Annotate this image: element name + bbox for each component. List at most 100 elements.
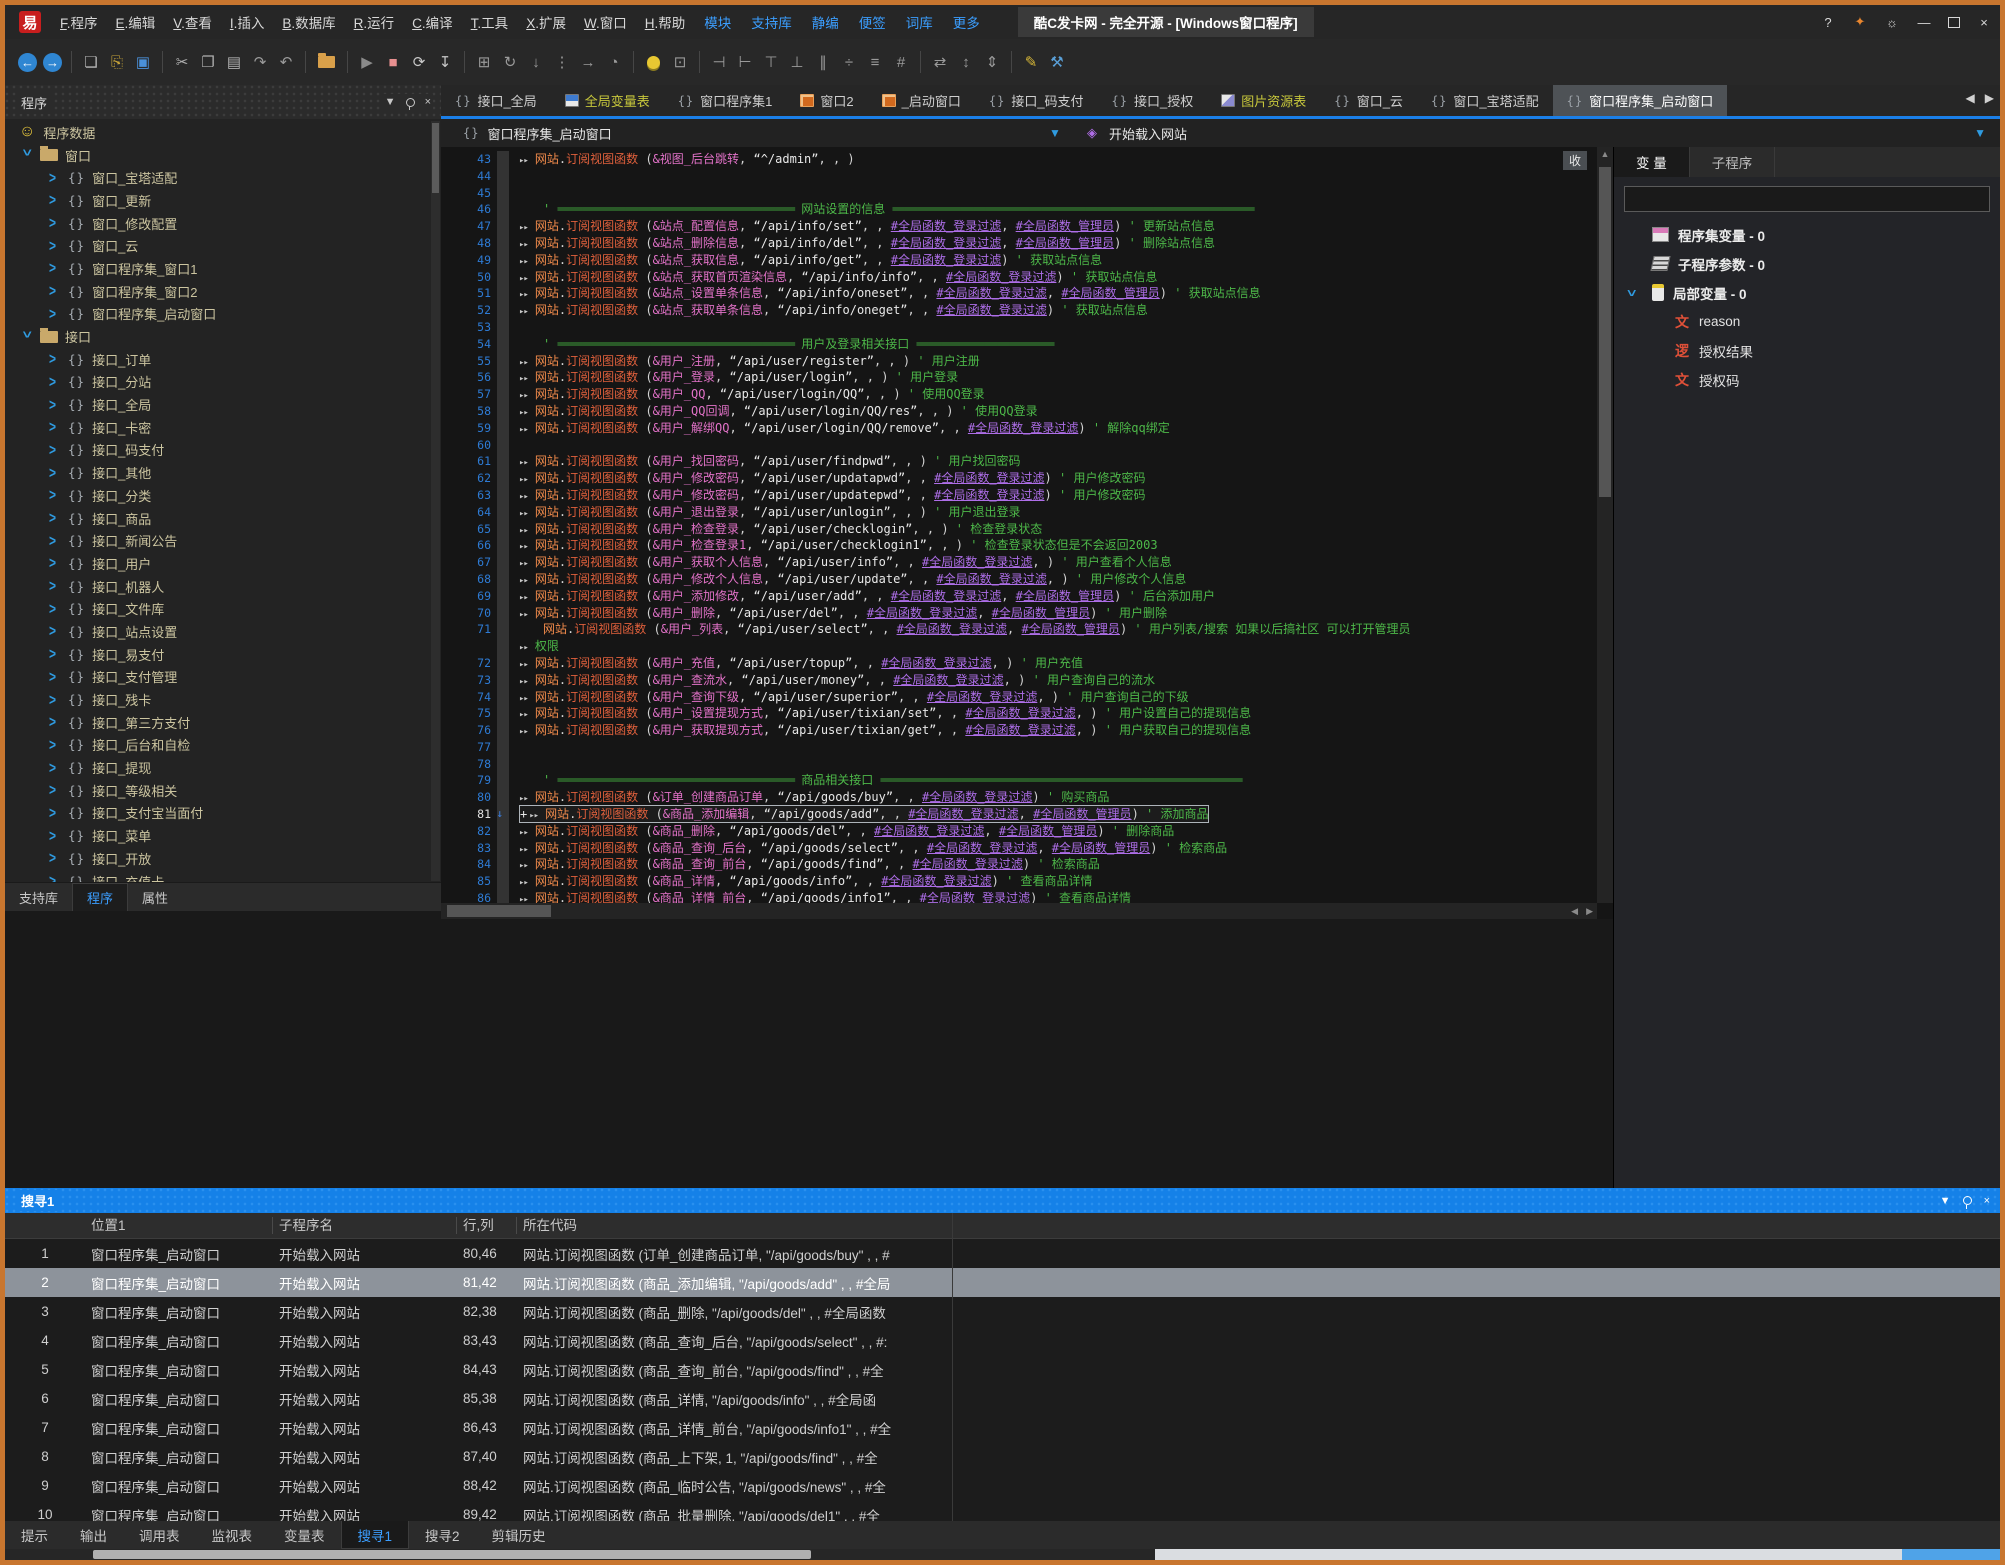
search-pin-icon[interactable] — [1963, 1196, 1972, 1205]
redo-icon[interactable]: ↷ — [247, 53, 273, 71]
tab-scroll-right-icon[interactable]: ▶ — [1985, 91, 1994, 105]
editor-hscrollbar[interactable]: ◀ ▶ — [441, 903, 1597, 919]
code-line-53[interactable]: 53 — [441, 319, 1595, 336]
line-number[interactable]: 56 — [441, 369, 497, 386]
variable-item-2[interactable]: >局部变量 - 0 — [1614, 278, 2000, 307]
align-top-icon[interactable]: ⊤ — [758, 53, 784, 71]
menu-item-4[interactable]: B.数据库 — [282, 12, 335, 32]
chevron-right-icon[interactable]: > — [49, 804, 61, 822]
code-line-64[interactable]: 64▸▸网站.订阅视图函数 (&用户_退出登录, “/api/user/unlo… — [441, 504, 1595, 521]
swap-icon[interactable]: ⇄ — [927, 53, 953, 71]
col-header-1[interactable]: 子程序名 — [273, 1217, 457, 1234]
chevron-right-icon[interactable]: > — [49, 668, 61, 686]
line-number[interactable]: 52 — [441, 302, 497, 319]
fold-margin[interactable] — [497, 504, 509, 521]
doc-tab-5[interactable]: {}接口_码支付 — [975, 85, 1098, 116]
tree-item-26[interactable]: >{}接口_第三方支付 — [5, 711, 429, 734]
fold-margin[interactable] — [497, 285, 509, 302]
code-line-content[interactable]: ▸▸网站.订阅视图函数 (&用户_设置提现方式, “/api/user/tixi… — [519, 705, 1251, 722]
line-number[interactable]: 62 — [441, 470, 497, 487]
line-number[interactable]: 49 — [441, 252, 497, 269]
code-line-78[interactable]: 78 — [441, 756, 1595, 773]
fold-margin[interactable] — [497, 756, 509, 773]
search-row-5[interactable]: 5窗口程序集_启动窗口开始载入网站84,43网站.订阅视图函数 (商品_查询_前… — [5, 1355, 2000, 1384]
code-line-content[interactable]: ' ══════════════════════════════════════… — [519, 772, 1241, 789]
fold-margin[interactable] — [497, 638, 509, 655]
tree-item-33[interactable]: >{}接口_充值卡 — [5, 870, 429, 883]
panel-tab-6[interactable]: 搜寻2 — [409, 1521, 476, 1549]
line-number[interactable]: 73 — [441, 672, 497, 689]
chevron-right-icon[interactable]: > — [49, 758, 61, 776]
code-line-85[interactable]: 85▸▸网站.订阅视图函数 (&商品_详情, “/api/goods/info”… — [441, 873, 1595, 890]
panel-tab-2[interactable]: 调用表 — [123, 1521, 196, 1549]
code-lines[interactable]: 43▸▸网站.订阅视图函数 (&视图_后台跳转, “^/admin”, , )4… — [441, 151, 1595, 903]
bottom-hscroll-thumb[interactable] — [93, 1550, 811, 1559]
code-line-content[interactable]: ▸▸网站.订阅视图函数 (&站点_获取单条信息, “/api/info/oneg… — [519, 302, 1148, 319]
tree-item-30[interactable]: >{}接口_支付宝当面付 — [5, 802, 429, 825]
line-number[interactable]: 66 — [441, 537, 497, 554]
variable-item-5[interactable]: 文授权码 — [1614, 365, 2000, 394]
tree-item-0[interactable]: ☺程序数据 — [5, 121, 429, 144]
variable-item-1[interactable]: 子程序参数 - 0 — [1614, 249, 2000, 278]
fold-margin[interactable] — [497, 521, 509, 538]
code-line-84[interactable]: 84▸▸网站.订阅视图函数 (&商品_查询_前台, “/api/goods/fi… — [441, 856, 1595, 873]
code-line-content[interactable]: ▸▸网站.订阅视图函数 (&用户_查询下级, “/api/user/superi… — [519, 689, 1189, 706]
code-line-80[interactable]: 80▸▸网站.订阅视图函数 (&订单_创建商品订单, “/api/goods/b… — [441, 789, 1595, 806]
tree-item-10[interactable]: >{}接口_订单 — [5, 348, 429, 371]
scroll-up-icon[interactable]: ▲ — [1597, 147, 1613, 162]
scroll-right-icon[interactable]: ▶ — [1586, 903, 1593, 919]
fold-margin[interactable] — [497, 840, 509, 857]
subroutine-dropdown-icon[interactable]: ▼ — [1974, 126, 1986, 140]
line-number[interactable]: 43 — [441, 151, 497, 168]
fold-margin[interactable] — [497, 201, 509, 218]
open-folder-icon[interactable] — [318, 56, 335, 68]
tree-item-17[interactable]: >{}接口_商品 — [5, 507, 429, 530]
code-line-content[interactable]: ▸▸网站.订阅视图函数 (&商品_详情_前台, “/api/goods/info… — [519, 890, 1131, 903]
panel-dropdown-icon[interactable]: ▼ — [385, 96, 396, 108]
same-width-icon[interactable]: ≡ — [862, 54, 888, 71]
doc-tab-6[interactable]: {}接口_授权 — [1098, 85, 1208, 116]
panel-tab-0[interactable]: 提示 — [5, 1521, 64, 1549]
menu-item-2[interactable]: V.查看 — [173, 12, 212, 32]
code-line-86[interactable]: 86▸▸网站.订阅视图函数 (&商品_详情_前台, “/api/goods/in… — [441, 890, 1595, 903]
code-line-46[interactable]: 46' ════════════════════════════════════… — [441, 201, 1595, 218]
tree-item-9[interactable]: >接口 — [5, 325, 429, 348]
search-row-2[interactable]: 2窗口程序集_启动窗口开始载入网站81,42网站.订阅视图函数 (商品_添加编辑… — [5, 1268, 2000, 1297]
fold-margin[interactable] — [497, 168, 509, 185]
code-line-51[interactable]: 51▸▸网站.订阅视图函数 (&站点_设置单条信息, “/api/info/on… — [441, 285, 1595, 302]
window-grid-icon[interactable]: ⊞ — [471, 53, 497, 71]
code-line-content[interactable]: ▸▸网站.订阅视图函数 (&商品_查询_后台, “/api/goods/sele… — [519, 840, 1227, 857]
search-close-icon[interactable]: × — [1984, 1195, 1990, 1207]
grid-icon[interactable]: ⊡ — [667, 53, 693, 71]
code-line-content[interactable]: ' ══════════════════════════════════════… — [519, 336, 1053, 353]
menu-item-9[interactable]: W.窗口 — [584, 12, 627, 32]
code-line-61[interactable]: 61▸▸网站.订阅视图函数 (&用户_找回密码, “/api/user/find… — [441, 453, 1595, 470]
code-line-content[interactable]: ▸▸网站.订阅视图函数 (&站点_设置单条信息, “/api/info/ones… — [519, 285, 1261, 302]
code-line-60[interactable]: 60 — [441, 437, 1595, 454]
code-line-63[interactable]: 63▸▸网站.订阅视图函数 (&用户_修改密码, “/api/user/upda… — [441, 487, 1595, 504]
line-number[interactable]: 69 — [441, 588, 497, 605]
code-line-75[interactable]: 75▸▸网站.订阅视图函数 (&用户_设置提现方式, “/api/user/ti… — [441, 705, 1595, 722]
code-line-73[interactable]: 73▸▸网站.订阅视图函数 (&用户_查流水, “/api/user/money… — [441, 672, 1595, 689]
editor-vscrollbar[interactable]: ▲ — [1597, 147, 1613, 903]
menu-item-10[interactable]: H.帮助 — [645, 12, 686, 32]
resize-icon[interactable]: ↕ — [953, 54, 979, 71]
code-line-47[interactable]: 47▸▸网站.订阅视图函数 (&站点_配置信息, “/api/info/set”… — [441, 218, 1595, 235]
settings-icon[interactable]: ☼ — [1884, 15, 1900, 30]
code-line-57[interactable]: 57▸▸网站.订阅视图函数 (&用户_QQ, “/api/user/login/… — [441, 386, 1595, 403]
move-down-icon[interactable]: ↓ — [523, 54, 549, 71]
doc-tab-9[interactable]: {}窗口_宝塔适配 — [1417, 85, 1553, 116]
fold-margin[interactable] — [497, 605, 509, 622]
chevron-right-icon[interactable]: > — [49, 509, 61, 527]
left-bottom-tab-0[interactable]: 支持库 — [5, 883, 72, 911]
line-number[interactable]: 44 — [441, 168, 497, 185]
tree-item-21[interactable]: >{}接口_文件库 — [5, 597, 429, 620]
variable-filter-input[interactable] — [1624, 186, 1990, 212]
new-icon[interactable]: ❏ — [78, 53, 104, 71]
code-line-content[interactable]: ▸▸网站.订阅视图函数 (&用户_解绑QQ, “/api/user/login/… — [519, 420, 1170, 437]
tree-item-19[interactable]: >{}接口_用户 — [5, 552, 429, 575]
variables-tab-0[interactable]: 变 量 — [1614, 147, 1690, 177]
search-row-9[interactable]: 9窗口程序集_启动窗口开始载入网站88,42网站.订阅视图函数 (商品_临时公告… — [5, 1471, 2000, 1500]
tree-item-7[interactable]: >{}窗口程序集_窗口2 — [5, 280, 429, 303]
chevron-down-icon[interactable]: > — [18, 149, 36, 161]
